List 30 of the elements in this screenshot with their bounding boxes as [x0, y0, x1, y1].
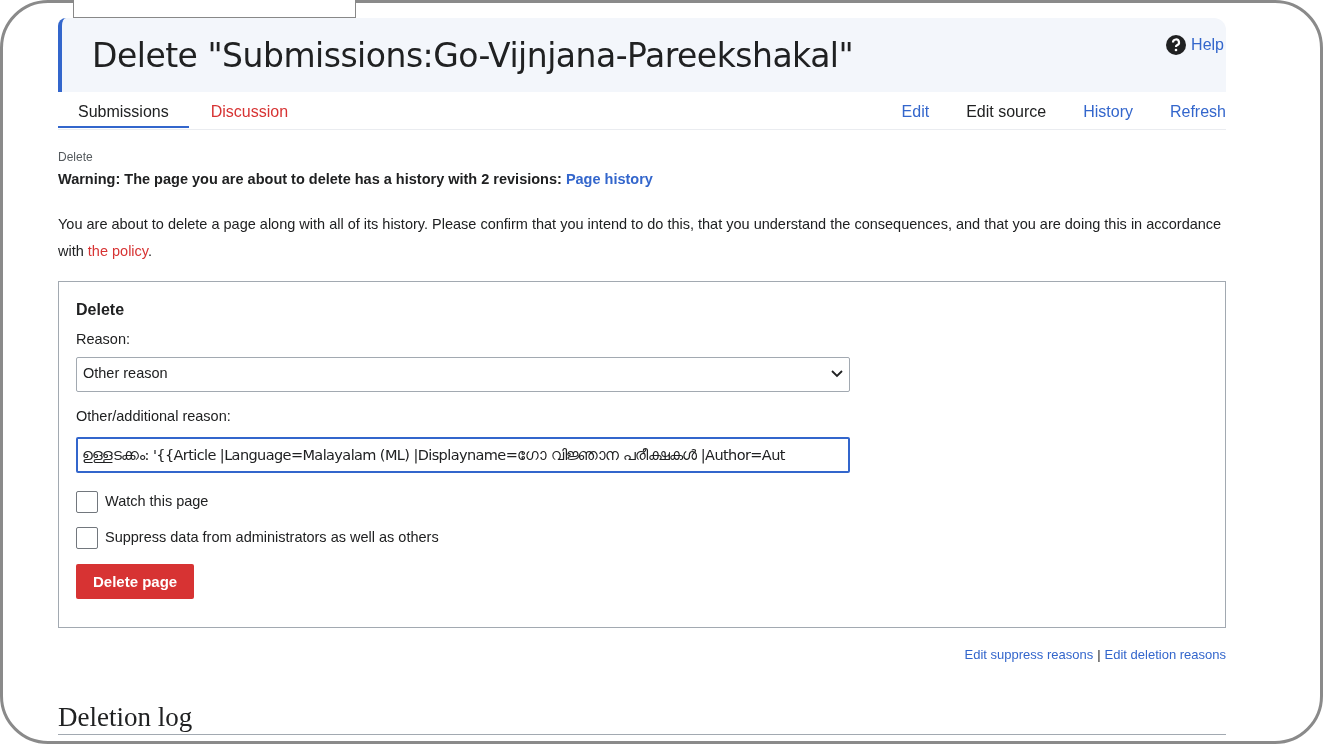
tab[interactable]: Submissions [58, 92, 189, 128]
reason-input-field[interactable]: ഉള്ളടക്കം: '{{Article |Language=Malayalam (ML) |Displayname=ഗോ വിജ്ഞാന പരീക്ഷകൾ |Author=Aut [76, 437, 850, 474]
section-heading: Deletion log [58, 702, 1226, 736]
policy-link[interactable]: the policy [87, 242, 148, 259]
tab[interactable]: Refresh [1169, 100, 1226, 128]
page-history-link[interactable]: Page history [565, 171, 653, 187]
warning-text: Warning: The page you are about to delete has a history with 2 revisions: Page history [58, 170, 654, 189]
subtitle: Delete [58, 149, 94, 166]
tab[interactable]: History [1083, 100, 1133, 128]
help-icon [1166, 35, 1187, 55]
help-link[interactable]: Help [1166, 33, 1224, 57]
intro-text: You are about to delete a page along with all of its history. Please confirm that you intend to do this, that you understand the consequences, and that you are doing this in accordance with the policy. [58, 214, 1223, 261]
delete-page-button[interactable]: Delete page [76, 564, 195, 600]
checkbox-label: Suppress data from administrators as well as others [105, 528, 439, 548]
form-legend: Delete [76, 297, 1208, 322]
reason-dropdown[interactable]: Other reason [76, 356, 850, 392]
chevron-icon [831, 370, 843, 378]
checkbox-label: Watch this page [105, 492, 209, 512]
checkbox[interactable] [76, 527, 98, 550]
tab[interactable]: Edit [901, 100, 930, 128]
other-reason-label: Other/additional reason: [76, 406, 232, 426]
tab[interactable]: Edit source [966, 100, 1047, 128]
link-separator: | [1097, 645, 1101, 664]
checkbox[interactable] [76, 491, 98, 514]
edit-suppress-reasons-link[interactable]: Edit suppress reasons [964, 644, 1094, 665]
page-title: Delete "Submissions:Go-Vijnjana-Pareekshakal" [92, 36, 854, 76]
reason-label: Reason: [76, 329, 131, 349]
dropdown-value: Other reason [83, 364, 168, 384]
edit-deletion-reasons-link[interactable]: Edit deletion reasons [1104, 644, 1226, 665]
tab[interactable]: Discussion [190, 92, 309, 128]
